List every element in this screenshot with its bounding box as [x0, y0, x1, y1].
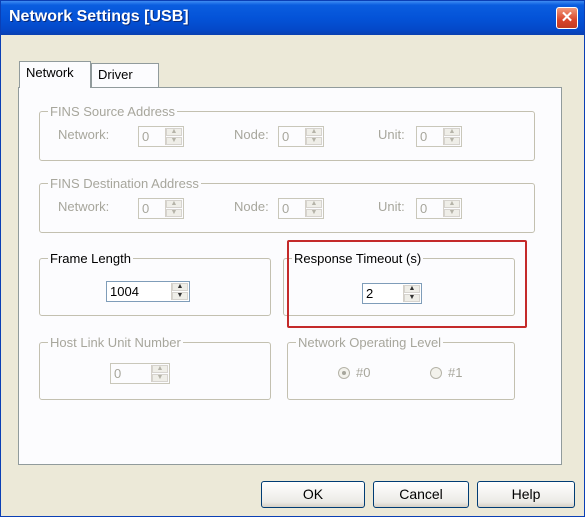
- source-network-spinner[interactable]: 0 ▲ ▼: [138, 126, 184, 147]
- radio-selected-dot: [342, 371, 346, 375]
- spin-arrows: ▲ ▼: [165, 200, 182, 217]
- ok-button[interactable]: OK: [261, 481, 365, 508]
- level-0-radio[interactable]: [338, 367, 350, 379]
- source-node-spinner[interactable]: 0 ▲ ▼: [278, 126, 324, 147]
- spin-arrows: ▲ ▼: [151, 365, 168, 382]
- spin-up-icon[interactable]: ▲: [172, 283, 188, 291]
- tab-driver[interactable]: Driver: [91, 63, 159, 87]
- spin-down-icon[interactable]: ▼: [306, 209, 322, 217]
- destination-network-label: Network:: [58, 199, 110, 214]
- level-1-radio[interactable]: [430, 367, 442, 379]
- source-node-label: Node:: [234, 127, 269, 142]
- tab-network-label: Network: [26, 65, 74, 80]
- spin-up-icon[interactable]: ▲: [306, 200, 322, 208]
- source-network-label: Network:: [58, 127, 110, 142]
- destination-unit-label: Unit:: [378, 199, 405, 214]
- source-network-value: 0: [142, 129, 150, 144]
- spin-arrows: ▲ ▼: [443, 128, 460, 145]
- spin-down-icon[interactable]: ▼: [172, 292, 188, 300]
- network-level-group: Network Operating Level #0 #1: [287, 335, 515, 400]
- spin-down-icon[interactable]: ▼: [166, 137, 182, 145]
- destination-unit-spinner[interactable]: 0 ▲ ▼: [416, 198, 462, 219]
- destination-network-value: 0: [142, 201, 150, 216]
- spin-arrows: ▲ ▼: [305, 128, 322, 145]
- close-button[interactable]: ✕: [556, 7, 578, 29]
- spin-up-icon[interactable]: ▲: [152, 365, 168, 373]
- source-unit-spinner[interactable]: 0 ▲ ▼: [416, 126, 462, 147]
- window-title: Network Settings [USB]: [9, 8, 189, 25]
- destination-node-spinner[interactable]: 0 ▲ ▼: [278, 198, 324, 219]
- spin-up-icon[interactable]: ▲: [444, 128, 460, 136]
- spin-up-icon[interactable]: ▲: [306, 128, 322, 136]
- frame-length-group: Frame Length 1004 ▲ ▼: [39, 251, 271, 316]
- spin-down-icon[interactable]: ▼: [166, 209, 182, 217]
- source-unit-value: 0: [420, 129, 428, 144]
- tab-network[interactable]: Network: [19, 61, 91, 88]
- close-icon: ✕: [560, 9, 574, 26]
- destination-node-label: Node:: [234, 199, 269, 214]
- frame-length-spinner[interactable]: 1004 ▲ ▼: [106, 281, 190, 302]
- fins-destination-legend: FINS Destination Address: [48, 176, 201, 191]
- destination-network-spinner[interactable]: 0 ▲ ▼: [138, 198, 184, 219]
- host-link-spinner[interactable]: 0 ▲ ▼: [110, 363, 170, 384]
- spin-arrows: ▲ ▼: [305, 200, 322, 217]
- spin-up-icon[interactable]: ▲: [444, 200, 460, 208]
- level-0-label: #0: [356, 365, 371, 380]
- spin-down-icon[interactable]: ▼: [306, 137, 322, 145]
- spin-up-icon[interactable]: ▲: [166, 200, 182, 208]
- fins-source-legend: FINS Source Address: [48, 104, 177, 119]
- destination-node-value: 0: [282, 201, 290, 216]
- level-1-label: #1: [448, 365, 463, 380]
- highlight-box: [287, 240, 527, 328]
- spin-down-icon[interactable]: ▼: [444, 137, 460, 145]
- host-link-legend: Host Link Unit Number: [48, 335, 183, 350]
- spin-arrows: ▲ ▼: [171, 283, 188, 300]
- host-link-group: Host Link Unit Number 0 ▲ ▼: [39, 335, 271, 400]
- tab-driver-label: Driver: [98, 67, 133, 82]
- frame-length-value: 1004: [110, 284, 139, 299]
- help-button[interactable]: Help: [477, 481, 575, 508]
- fins-source-group: FINS Source Address Network: 0 ▲ ▼ Node:…: [39, 104, 535, 161]
- frame-length-legend: Frame Length: [48, 251, 133, 266]
- spin-down-icon[interactable]: ▼: [444, 209, 460, 217]
- title-bar[interactable]: Network Settings [USB] ✕: [1, 1, 584, 35]
- host-link-value: 0: [114, 366, 122, 381]
- dialog-window: Network Settings [USB] ✕ Network Driver …: [0, 0, 585, 517]
- spin-arrows: ▲ ▼: [443, 200, 460, 217]
- network-level-legend: Network Operating Level: [296, 335, 444, 350]
- destination-unit-value: 0: [420, 201, 428, 216]
- spin-down-icon[interactable]: ▼: [152, 374, 168, 382]
- fins-destination-group: FINS Destination Address Network: 0 ▲ ▼ …: [39, 176, 535, 233]
- source-node-value: 0: [282, 129, 290, 144]
- spin-up-icon[interactable]: ▲: [166, 128, 182, 136]
- spin-arrows: ▲ ▼: [165, 128, 182, 145]
- cancel-button[interactable]: Cancel: [373, 481, 469, 508]
- source-unit-label: Unit:: [378, 127, 405, 142]
